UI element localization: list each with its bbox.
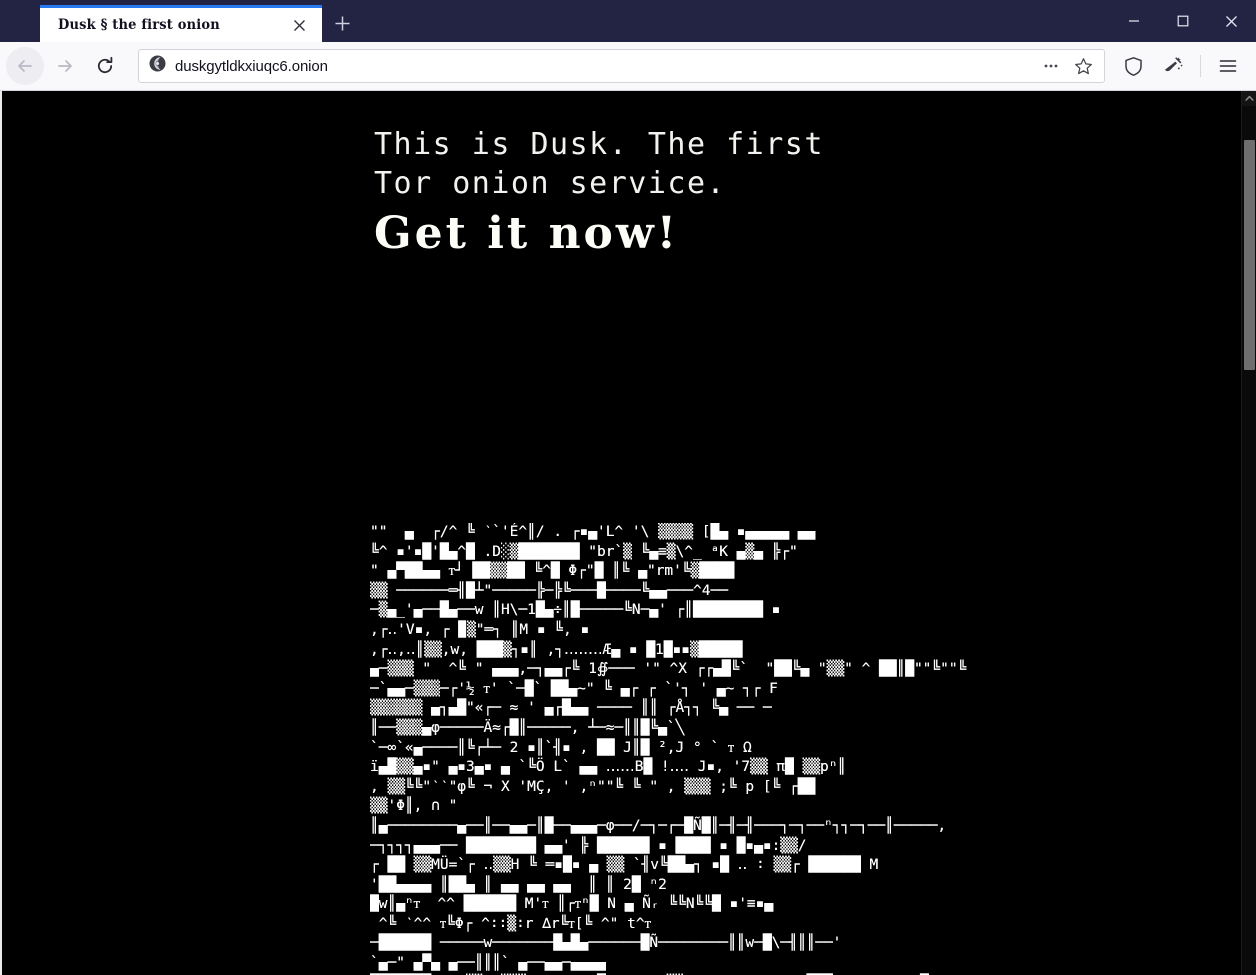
page-heading-line-1: This is Dusk. The first [374,127,824,162]
ansi-art-row: "" ▄ ┌/^ ╚ ‵`'É^║/ . ┌▪▄'L^ '\ ▒▒▒▒ [█▄ … [370,524,816,540]
hero-section: This is Dusk. The first Tor onion servic… [2,91,1241,261]
page-content: This is Dusk. The first Tor onion servic… [2,91,1241,975]
page-viewport: This is Dusk. The first Tor onion servic… [0,91,1256,975]
ansi-art-row: ║▄────────▄──║──▄▄─║█──▄▄▄─φ──/─┐─┌─█Ñ█║… [370,817,947,834]
scroll-up-arrow-icon[interactable] [1242,91,1256,106]
reload-button[interactable] [86,47,124,85]
ansi-art-row: ,┌‥'V▪, ┌ ▉▒"═┐ ║M ▪ ╚, ▪ [370,621,590,638]
ansi-art-row: █w║▄ⁿᴛ ^^ ██████ M'ᴛ ║┌ᴛⁿ█ N ▄ Ñᵣ ╚╚N╚╚█… [370,896,774,913]
page-actions-icon[interactable] [1036,51,1066,81]
ansi-art-row: ─┐┐┐┐▄▄▄── ████████ ▄▄' ╠ ██████ ▪ ████ … [370,837,807,854]
ansi-art-row: ^╚ ‵^^ ᴛ╚Φ┌ ^∶∶▒∶r ∆r╚ᴛ[╚ ^" t^ᴛ [370,915,651,932]
url-text[interactable]: duskgytldkxiuqc6.onion [175,58,1027,75]
ansi-art-row: ▄─▒▒▒ " ^╚ " ▄▄▄,─┐▄▄┌╚ 1∯─── '" ^X ┌┌▄█… [370,661,967,678]
forward-button[interactable] [46,47,84,85]
ansi-art-row: ─▒▄_'▄──█▄──w ║H\─1█▄÷║█─────╚N─▄' ┌║███… [370,602,781,619]
url-bar[interactable]: duskgytldkxiuqc6.onion [138,49,1105,83]
application-menu-icon[interactable] [1210,48,1246,84]
window-controls [1109,0,1256,42]
bookmark-star-icon[interactable] [1068,51,1098,81]
tracking-protection-shield-icon[interactable] [1115,48,1151,84]
ansi-art-row: ─`▄▄─▒▒▒─┌'½ ᴛ' `─█` ██▄~" ╚ ▄┌ ┌ `'┐ ' … [370,680,778,697]
ansi-art-row: '██▄▄▄▄ ║██▄ ║ ▄▄ ▄▄ ▄▄ ║ ║ 2█ ⁿ2 [370,876,667,893]
maximize-button[interactable] [1158,0,1207,42]
title-bar: Dusk § the first onion [0,0,1256,42]
navigation-toolbar: duskgytldkxiuqc6.onion [0,42,1256,91]
vertical-scrollbar[interactable] [1241,91,1256,975]
tab-strip: Dusk § the first onion [0,0,362,42]
page-heading-line-2: Tor onion service. [374,166,727,201]
ansi-art-row: `▄─" ▄▀▄ ▄──║║║` ▄──▄▄─▄▄▄▄ [370,955,606,972]
urlbar-actions [1036,51,1098,81]
tab-close-icon[interactable] [286,12,312,38]
back-button[interactable] [6,47,44,85]
browser-window: Dusk § the first onion duskgytldkxiuqc6.… [0,0,1256,975]
ansi-art-row: ï▄█▒▒▄▪" ▄▪3▄▪ ▄ `╚Ö L` ▄▄ ‥‥‥B█ !‥‥ J▪,… [370,759,847,776]
ansi-art-row: " ▄▀██▄▄ ᴛ┘ ██▒▒██ ╚^█ Φ┌"█ ║╚ ▄"rm'╚▒██… [370,563,735,580]
tab-title: Dusk § the first onion [58,17,220,33]
ansi-art-row: ║──▒▒▒▄φ─────Ä≈┌█║─────, ┴─≈─║║█╚▄`╲ [370,719,685,736]
ansi-art-row: ▒▒'Φ║, ∩ " [370,798,458,815]
ansi-art-row: ▒▒ ──────═╢█┴"─────╠─╠╚───█────╚▄▄───^4─… [370,582,728,599]
onion-site-icon[interactable] [149,55,166,77]
close-button[interactable] [1207,0,1256,42]
toolbar-right [1115,48,1246,84]
ansi-art-row: ┌ ██ ▒▒MÜ=`┌ ‥▒▒H ╚ ═▪█▪ ▄ ▒▒ `╢v╚██▄┐ ▪… [370,857,879,874]
ansi-art-row: ╚^ ▪'▪█'█▄^█ .D░▒███████ "br`▒ ╚▄≡▒\^_ ᵃ… [370,543,798,560]
new-tab-button[interactable] [322,5,362,42]
ansi-art-row: ─██████ ─────w───────█▄█▄──────█Ñ───────… [370,935,842,952]
ansi-art-row: `─∞`«▄────║╚┌┴─ 2 ▪║`╢▪ , ██ J║█ ²,J ° `… [370,739,752,756]
scrollbar-thumb[interactable] [1244,140,1255,370]
get-it-now-link[interactable]: Get it now! [374,207,1241,261]
ansi-art-row: , ▒▒╚╚"‵‵"φ╚ ¬ X 'MÇ, ' ,ⁿ""╚ ╚ " , ▒▒▒ … [370,778,816,795]
minimize-button[interactable] [1109,0,1158,42]
tab-dusk[interactable]: Dusk § the first onion [40,5,322,42]
new-identity-broom-icon[interactable] [1155,48,1191,84]
ansi-art-row: ▒▒▒▒▒▒ ▄┐▄█"«┌─ ≈ ' ▄┌█▄▄ ──── ║║ ┌Å┐┐ ╚… [370,700,772,717]
toolbar-separator [1200,55,1201,77]
ansi-art-block: "" ▄ ┌/^ ╚ ‵`'É^║/ . ┌▪▄'L^ '\ ▒▒▒▒ [█▄ … [370,523,1241,975]
ansi-art-row: ,┌‥,‥║▒▒,w, ███▒┐▪║ ,┐‥‥‥‥Æ▄ ▪ █1█▪▪▒███… [370,641,743,658]
